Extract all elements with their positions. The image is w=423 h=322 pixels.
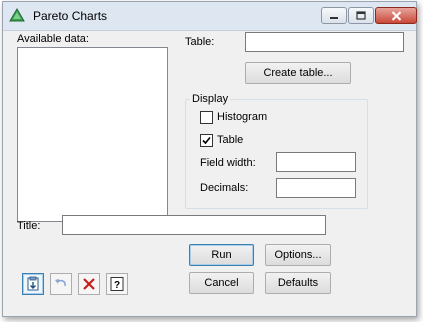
field-width-input[interactable]: [276, 152, 356, 172]
svg-text:?: ?: [114, 280, 120, 291]
histogram-checkbox[interactable]: [200, 111, 213, 124]
pareto-charts-dialog: Pareto Charts Available data: Table: Cre…: [2, 1, 417, 317]
close-icon: [391, 10, 401, 21]
maximize-button[interactable]: [348, 7, 374, 24]
available-data-label: Available data:: [17, 33, 89, 45]
window-title: Pareto Charts: [33, 9, 108, 23]
title-bar[interactable]: Pareto Charts: [3, 2, 417, 31]
undo-icon: [55, 279, 66, 287]
minimize-icon: [330, 16, 338, 19]
title-input[interactable]: [62, 215, 326, 235]
pareto-app-icon: [9, 8, 25, 22]
title-label: Title:: [17, 220, 41, 232]
decimals-input[interactable]: [276, 178, 356, 198]
options-button[interactable]: Options...: [265, 244, 331, 266]
close-button[interactable]: [375, 7, 417, 24]
copy-to-clipboard-button[interactable]: [22, 273, 44, 295]
table-checkbox-label: Table: [217, 134, 244, 146]
table-checkbox[interactable]: [200, 134, 213, 147]
table-input[interactable]: [245, 32, 404, 52]
available-data-list[interactable]: [17, 47, 168, 222]
cancel-button[interactable]: Cancel: [189, 272, 254, 294]
table-label: Table:: [185, 36, 215, 48]
help-button[interactable]: ?: [106, 273, 128, 295]
clear-button[interactable]: [78, 273, 100, 295]
copy-to-clipboard-icon: [27, 276, 39, 291]
dialog-body: Available data: Table: Create table... D…: [3, 30, 416, 316]
display-group-label: Display: [190, 93, 231, 105]
defaults-button[interactable]: Defaults: [265, 272, 331, 294]
decimals-label: Decimals:: [200, 182, 249, 194]
histogram-label: Histogram: [217, 111, 268, 123]
field-width-label: Field width:: [200, 157, 256, 169]
run-button[interactable]: Run: [189, 244, 254, 266]
minimize-button[interactable]: [321, 7, 347, 24]
create-table-button[interactable]: Create table...: [245, 62, 351, 84]
help-icon: ?: [110, 277, 124, 291]
undo-button[interactable]: [50, 273, 72, 295]
maximize-icon: [356, 11, 366, 20]
checkmark-icon: [202, 136, 211, 145]
clear-icon: [83, 278, 95, 290]
